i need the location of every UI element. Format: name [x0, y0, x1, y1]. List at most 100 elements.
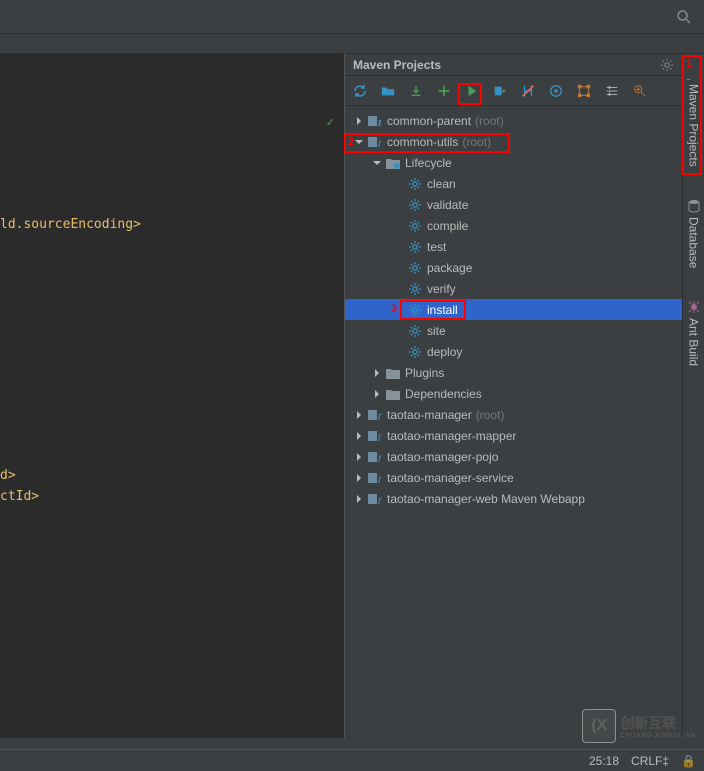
tree-root-item[interactable]: m taotao-manager (root): [345, 404, 704, 425]
lifecycle-phase[interactable]: test: [345, 236, 704, 257]
chevron-right-icon[interactable]: [353, 451, 365, 463]
svg-text:m: m: [378, 472, 382, 485]
line-ending[interactable]: CRLF‡: [631, 754, 669, 768]
chevron-right-icon[interactable]: [371, 367, 383, 379]
folder-icon: [385, 386, 401, 402]
dependencies-icon[interactable]: [575, 82, 593, 100]
download-icon[interactable]: [407, 82, 425, 100]
tree-root-item[interactable]: m taotao-manager-service: [345, 467, 704, 488]
watermark-subtext: CHUANG XINHULIAN: [620, 733, 696, 739]
tree-label: taotao-manager: [387, 408, 472, 422]
gear-icon[interactable]: [660, 58, 674, 72]
lifecycle-phase[interactable]: deploy: [345, 341, 704, 362]
watermark: (X 创新互联 CHUANG XINHULIAN: [582, 709, 696, 743]
gear-icon: [407, 239, 423, 255]
tree-suffix: (root): [462, 135, 491, 149]
tree-root-item[interactable]: m common-parent (root): [345, 110, 704, 131]
tree-root-item[interactable]: m taotao-manager-mapper: [345, 425, 704, 446]
tree-folder-lifecycle[interactable]: Lifecycle: [345, 152, 704, 173]
chevron-right-icon[interactable]: [353, 493, 365, 505]
tree-root-item[interactable]: m taotao-manager-web Maven Webapp: [345, 488, 704, 509]
execute-icon[interactable]: [491, 82, 509, 100]
side-tabs: m Maven Projects Database Ant Build: [682, 54, 704, 738]
side-tab-database[interactable]: Database: [684, 191, 704, 276]
lifecycle-phase[interactable]: validate: [345, 194, 704, 215]
tree-label: deploy: [427, 345, 462, 359]
svg-text:m: m: [378, 493, 382, 506]
chevron-right-icon[interactable]: [353, 115, 365, 127]
side-tab-ant[interactable]: Ant Build: [684, 292, 704, 374]
svg-text:m: m: [378, 114, 382, 128]
chevron-right-icon[interactable]: [353, 430, 365, 442]
lifecycle-phase[interactable]: compile: [345, 215, 704, 236]
tree-label: taotao-manager-web Maven Webapp: [387, 492, 585, 506]
database-icon: [687, 199, 701, 213]
chevron-right-icon[interactable]: [353, 472, 365, 484]
tree-label: site: [427, 324, 446, 338]
tree-root-item[interactable]: mtaotao-manager-pojo: [345, 446, 704, 467]
lock-icon[interactable]: 🔒: [681, 754, 696, 768]
tree-label: verify: [427, 282, 456, 296]
svg-text:m: m: [378, 430, 382, 443]
lifecycle-phase-install[interactable]: install: [345, 299, 704, 320]
tree-label: package: [427, 261, 472, 275]
chevron-right-icon[interactable]: [371, 388, 383, 400]
check-icon: ✓: [326, 116, 335, 129]
tab-strip: [0, 34, 704, 54]
annotation-number: 3: [391, 303, 397, 315]
tree-root-item[interactable]: m common-utils (root): [345, 131, 704, 152]
lifecycle-phase[interactable]: site: [345, 320, 704, 341]
main-area: ✓ ld.sourceEncoding> d> ctId> Maven Proj…: [0, 54, 704, 738]
search-icon[interactable]: [676, 9, 692, 25]
chevron-down-icon[interactable]: [353, 136, 365, 148]
tree-folder-dependencies[interactable]: Dependencies: [345, 383, 704, 404]
gear-icon: [407, 344, 423, 360]
lifecycle-phase[interactable]: clean: [345, 173, 704, 194]
folder-icon[interactable]: [379, 82, 397, 100]
tree-label: common-parent: [387, 114, 471, 128]
svg-text:m: m: [378, 136, 382, 149]
svg-text:m: m: [378, 451, 382, 464]
ant-icon: [687, 300, 701, 314]
code-line: ctId>: [0, 486, 343, 507]
tree-label: Dependencies: [405, 387, 482, 401]
code-line: ld.sourceEncoding>: [0, 214, 343, 235]
maven-toolbar: [345, 76, 704, 106]
side-tab-label: Database: [687, 217, 701, 268]
add-icon[interactable]: [435, 82, 453, 100]
folder-icon: [385, 365, 401, 381]
tree-label: install: [427, 303, 458, 317]
tree-label: taotao-manager-service: [387, 471, 514, 485]
gear-icon: [407, 260, 423, 276]
collapse-all-icon[interactable]: [603, 82, 621, 100]
maven-tree[interactable]: m common-parent (root) m common-utils (r…: [345, 106, 704, 738]
watermark-text: 创新互联: [620, 713, 696, 733]
side-tab-maven[interactable]: m Maven Projects: [684, 58, 704, 175]
tree-folder-plugins[interactable]: Plugins: [345, 362, 704, 383]
annotation-number: 1: [686, 58, 692, 70]
maven-module-icon: m: [367, 407, 383, 423]
maven-module-icon: m: [367, 428, 383, 444]
tree-suffix: (root): [476, 408, 505, 422]
chevron-right-icon[interactable]: [353, 409, 365, 421]
folder-icon: [385, 155, 401, 171]
tree-label: compile: [427, 219, 468, 233]
tree-label: clean: [427, 177, 456, 191]
tree-label: validate: [427, 198, 468, 212]
skip-tests-icon[interactable]: [547, 82, 565, 100]
code-line: d>: [0, 465, 343, 486]
offline-icon[interactable]: [519, 82, 537, 100]
refresh-icon[interactable]: [351, 82, 369, 100]
chevron-down-icon[interactable]: [371, 157, 383, 169]
run-icon[interactable]: [463, 82, 481, 100]
gear-icon: [407, 281, 423, 297]
lifecycle-phase[interactable]: verify: [345, 278, 704, 299]
svg-text:m: m: [378, 409, 382, 422]
window-top-bar: [0, 0, 704, 34]
editor-pane[interactable]: ✓ ld.sourceEncoding> d> ctId>: [0, 54, 344, 738]
maven-panel: Maven Projects m common-parent (root): [344, 54, 704, 738]
tree-label: taotao-manager-mapper: [387, 429, 516, 443]
status-bar: 25:18 CRLF‡ 🔒: [0, 749, 704, 771]
settings-icon[interactable]: [631, 82, 649, 100]
lifecycle-phase[interactable]: package: [345, 257, 704, 278]
